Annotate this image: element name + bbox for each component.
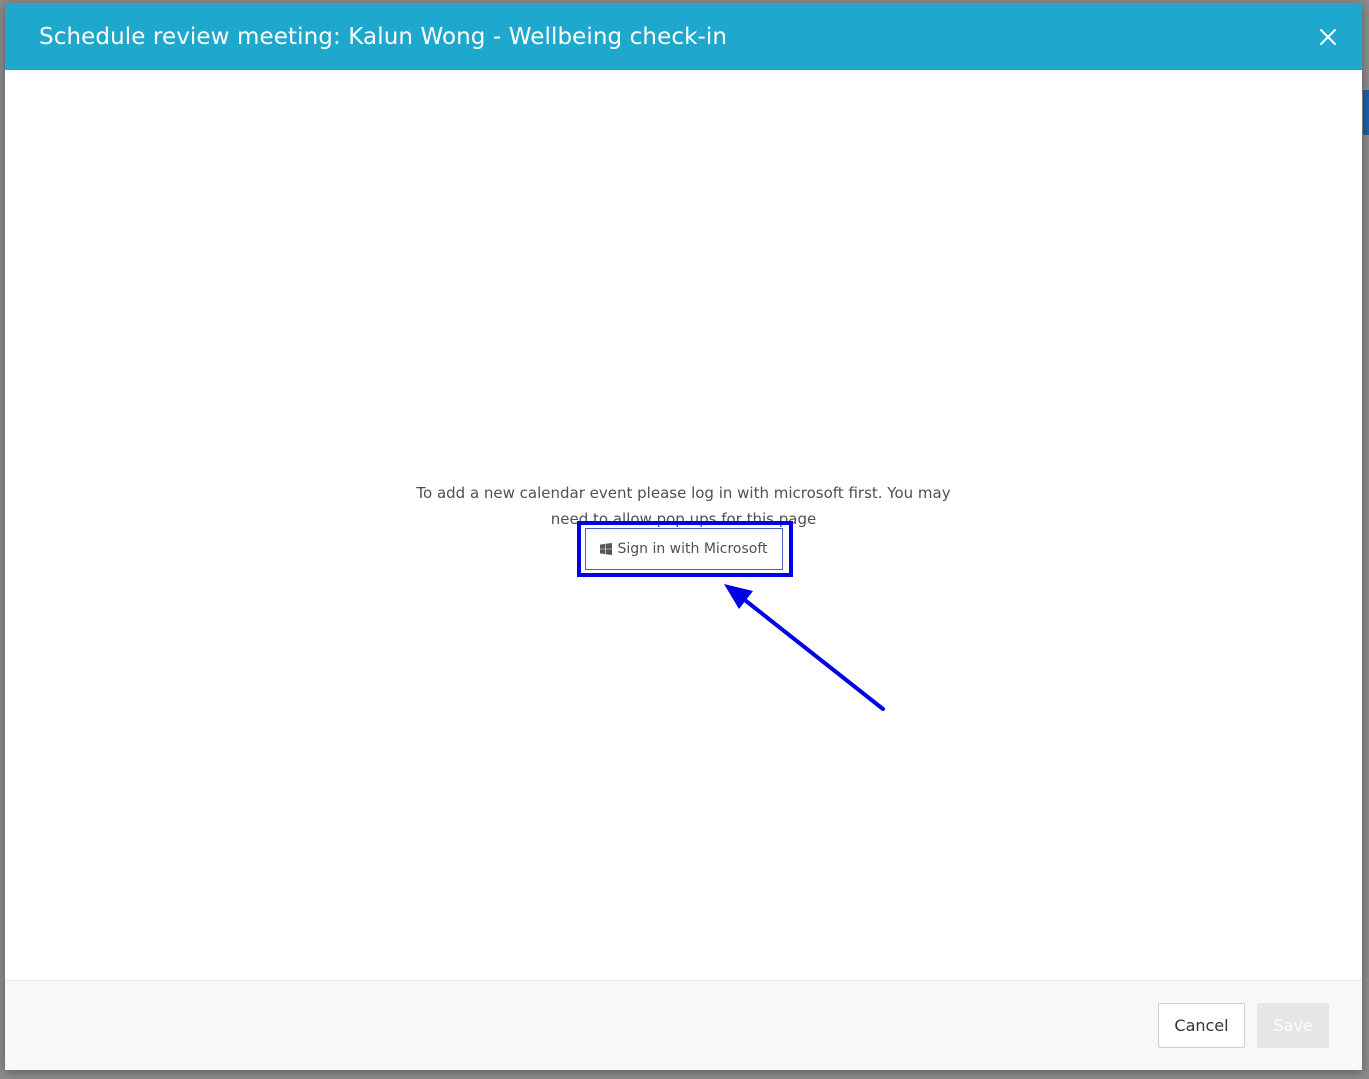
modal-header: Schedule review meeting: Kalun Wong - We… — [5, 3, 1362, 70]
windows-icon — [600, 543, 613, 555]
cancel-button[interactable]: Cancel — [1158, 1003, 1245, 1048]
save-button[interactable]: Save — [1257, 1003, 1329, 1048]
sign-in-label: Sign in with Microsoft — [617, 541, 768, 557]
close-icon — [1320, 28, 1336, 45]
sign-in-microsoft-button[interactable]: Sign in with Microsoft — [585, 528, 783, 570]
close-button[interactable] — [1314, 23, 1342, 51]
modal-title: Schedule review meeting: Kalun Wong - We… — [39, 23, 728, 50]
modal-footer: Cancel Save — [5, 980, 1362, 1070]
background-blue-element — [1363, 90, 1369, 135]
modal-body: To add a new calendar event please log i… — [5, 70, 1362, 980]
schedule-meeting-modal: Schedule review meeting: Kalun Wong - We… — [5, 3, 1362, 1070]
